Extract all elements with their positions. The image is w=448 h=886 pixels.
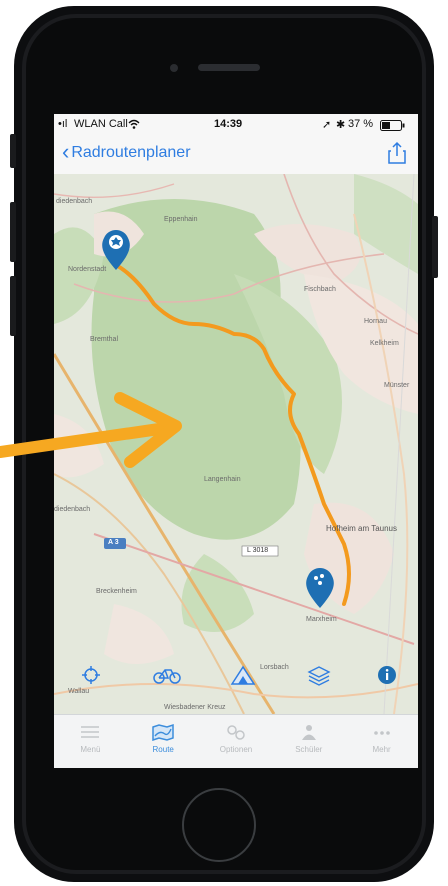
menu-icon (81, 726, 100, 738)
navigation-bar: ‹ Radroutenplaner (54, 136, 418, 175)
tab-more[interactable]: Mehr (345, 715, 418, 768)
place-label: Eppenhain (164, 216, 198, 223)
road-label: L 3018 (247, 547, 269, 554)
annotation-arrow (0, 392, 182, 468)
tab-menu[interactable]: Menü (54, 715, 127, 768)
place-label: Langenhain (204, 476, 241, 483)
place-label: Hofheim am Taunus (326, 524, 397, 533)
tab-bar: Menü Route Optionen Schüler Mehr (54, 714, 418, 768)
road-label: A 3 (108, 539, 119, 546)
place-label: Münster (384, 382, 410, 389)
bike-mode-button[interactable] (152, 662, 182, 688)
battery-icon (380, 120, 405, 131)
info-icon (378, 666, 396, 684)
bike-group-icon (314, 576, 318, 580)
status-bar: •ıl WLAN Call 14:39 ➚ ✱ 37 % (54, 114, 418, 136)
place-label: Wiesbadener Kreuz (164, 704, 226, 711)
tab-label: Optionen (219, 745, 253, 754)
place-label: Wallau (68, 688, 90, 695)
share-icon[interactable] (386, 141, 408, 165)
layers-icon (307, 666, 331, 686)
battery-percent: 37 % (348, 118, 374, 130)
layers-button[interactable] (304, 662, 334, 688)
place-label: Breckenheim (96, 588, 137, 595)
back-button[interactable]: ‹ Radroutenplaner (62, 139, 191, 164)
carrier-label: WLAN Call (74, 118, 128, 130)
chevron-left-icon: ‹ (62, 139, 70, 164)
info-button[interactable] (372, 662, 402, 688)
more-icon (373, 731, 390, 735)
tab-options[interactable]: Optionen (200, 715, 273, 768)
place-label: diedenbach (56, 198, 93, 205)
place-label: Nordenstadt (68, 266, 107, 273)
place-label: Hornau (364, 318, 387, 325)
place-label: Fischbach (304, 286, 336, 293)
locate-icon (82, 666, 100, 684)
route-map-icon (152, 723, 174, 741)
bike-icon (153, 669, 181, 684)
student-icon (301, 725, 316, 740)
tab-label: Route (152, 745, 174, 754)
place-label: Lorsbach (260, 664, 289, 671)
locate-button[interactable] (76, 662, 106, 688)
place-label: Marxheim (306, 616, 337, 623)
bluetooth-icon: ✱ (336, 119, 346, 131)
place-label: diedenbach (54, 506, 91, 513)
place-label: Bremthal (90, 336, 119, 343)
tab-label: Mehr (372, 745, 391, 754)
place-label: Kelkheim (370, 340, 399, 347)
location-icon: ➚ (322, 119, 332, 131)
back-button-label: Radroutenplaner (71, 144, 191, 161)
tab-label: Schüler (295, 745, 323, 754)
tab-label: Menü (80, 745, 101, 754)
clock: 14:39 (214, 118, 243, 130)
options-icon (227, 725, 245, 740)
elevation-icon (230, 665, 256, 685)
home-button[interactable] (182, 788, 256, 862)
tab-students[interactable]: Schüler (272, 715, 345, 768)
signal-icon: •ıl (58, 118, 68, 130)
elevation-button[interactable] (228, 662, 258, 688)
wifi-icon (128, 119, 140, 129)
tab-route[interactable]: Route (127, 715, 200, 768)
